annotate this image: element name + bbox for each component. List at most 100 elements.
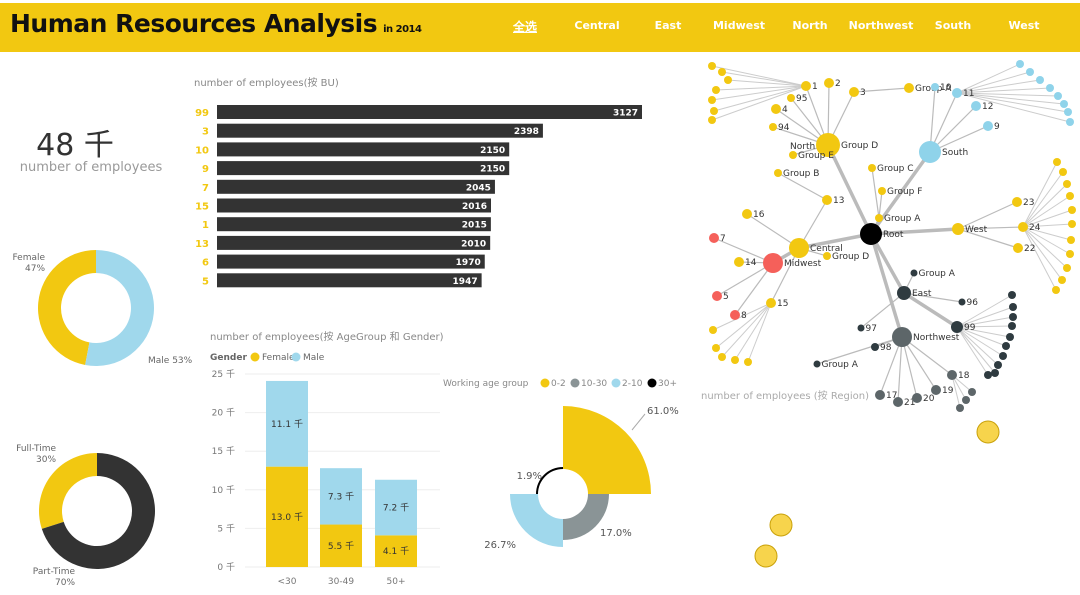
- bu-bar: [217, 105, 642, 119]
- male-label: Male 53%: [148, 356, 193, 366]
- rose-slice: [563, 406, 651, 494]
- bu-category-label: 9: [202, 164, 209, 175]
- network-node-label: Northwest: [913, 333, 960, 343]
- region-network-graph[interactable]: RootGroup DSouthWestCentralMidwestEastNo…: [700, 58, 1080, 413]
- region-filter-0[interactable]: 全选: [513, 18, 537, 35]
- network-leaf-node: [1066, 118, 1074, 126]
- network-node: [871, 343, 879, 351]
- network-leaf-node: [1066, 250, 1074, 258]
- network-node-label: 15: [777, 299, 788, 309]
- legend-dot: [570, 378, 580, 388]
- network-node: [952, 88, 962, 98]
- legend-item: 2-10: [622, 379, 643, 389]
- legend-dot: [540, 378, 550, 388]
- network-node-label: Group D: [832, 252, 869, 262]
- network-leaf-node: [1063, 264, 1071, 272]
- network-leaf-node: [718, 68, 726, 76]
- network-node: [769, 123, 777, 131]
- network-node: [709, 233, 719, 243]
- network-node: [857, 324, 865, 332]
- network-node-label: 5: [723, 292, 729, 302]
- region-filter-2[interactable]: East: [655, 19, 682, 32]
- region-filter-1[interactable]: Central: [574, 19, 619, 32]
- network-node: [931, 83, 939, 91]
- legend-female: Female: [262, 353, 295, 363]
- bu-value-label: 3127: [613, 109, 638, 119]
- network-node: [983, 121, 993, 131]
- bu-bar: [217, 179, 495, 194]
- network-node-label: 95: [796, 94, 807, 104]
- bu-category-label: 5: [202, 276, 209, 287]
- network-node: [712, 291, 722, 301]
- network-node-label: Group C: [877, 164, 914, 174]
- network-node: [789, 238, 809, 258]
- bu-category-label: 3: [202, 127, 209, 138]
- network-leaf-node: [1068, 220, 1076, 228]
- bu-value-label: 1970: [456, 258, 481, 268]
- network-node: [860, 223, 882, 245]
- network-node-label: 94: [778, 123, 790, 133]
- network-node-label: 97: [866, 324, 877, 334]
- bu-bar: [217, 142, 510, 157]
- rose-label: 61.0%: [647, 406, 679, 417]
- network-leaf-node: [1009, 313, 1017, 321]
- bubble: [769, 513, 793, 537]
- network-node-label: North: [790, 142, 815, 152]
- network-edge: [711, 85, 807, 121]
- fulltime-label: Full-Time 30%: [16, 444, 57, 465]
- network-leaf-node: [710, 107, 718, 115]
- rose-label: 17.0%: [600, 528, 632, 539]
- bu-value-label: 2150: [480, 165, 505, 175]
- network-node-label: 13: [833, 196, 844, 206]
- network-leaf-node: [1059, 168, 1067, 176]
- network-node: [813, 360, 821, 368]
- network-node: [1012, 197, 1022, 207]
- region-filter-5[interactable]: Northwest: [849, 19, 914, 32]
- network-node-label: 9: [994, 122, 1000, 132]
- region-filter-6[interactable]: South: [935, 19, 971, 32]
- network-caption: number of employees (按 Region): [701, 391, 869, 402]
- network-node: [822, 195, 832, 205]
- network-node-label: 99: [964, 323, 976, 333]
- y-tick-label: 10 千: [212, 485, 235, 496]
- kpi-label: number of employees: [19, 160, 163, 175]
- bubble: [976, 420, 1000, 444]
- network-node-label: Group A: [822, 360, 859, 370]
- network-edge: [721, 71, 807, 87]
- bu-category-label: 99: [195, 108, 209, 119]
- region-filter-7[interactable]: West: [1008, 19, 1039, 32]
- network-leaf-node: [1009, 303, 1017, 311]
- network-node-label: 19: [942, 386, 954, 396]
- legend-title: Gender: [210, 353, 247, 363]
- x-tick-label: 30-49: [328, 577, 354, 587]
- network-node-label: Group B: [783, 169, 819, 179]
- y-tick-label: 20 千: [212, 408, 235, 419]
- bu-category-label: 10: [195, 145, 209, 156]
- y-tick-label: 25 千: [212, 369, 235, 380]
- network-node-label: 18: [958, 371, 970, 381]
- network-leaf-node: [1058, 276, 1066, 284]
- network-leaf-node: [712, 86, 720, 94]
- y-tick-label: 5 千: [217, 523, 235, 534]
- network-node-label: 14: [745, 258, 757, 268]
- region-filter-4[interactable]: North: [792, 19, 827, 32]
- bu-bar: [217, 161, 510, 176]
- age-chart-title: number of employees(按 AgeGroup 和 Gender): [210, 332, 444, 343]
- network-edge: [869, 233, 904, 338]
- network-leaf-node: [708, 96, 716, 104]
- network-leaf-node: [1060, 100, 1068, 108]
- bu-bar: [217, 217, 491, 232]
- bu-value-label: 2015: [462, 221, 487, 231]
- network-leaf-node: [1068, 206, 1076, 214]
- network-node-label: 1: [812, 82, 818, 92]
- network-node: [878, 187, 886, 195]
- network-node: [771, 104, 781, 114]
- network-node-label: Group A: [919, 269, 956, 279]
- region-filter-3[interactable]: Midwest: [713, 19, 765, 32]
- network-node: [824, 78, 834, 88]
- network-leaf-node: [1008, 291, 1016, 299]
- network-edge: [878, 190, 883, 219]
- network-node-label: Group A: [884, 214, 921, 224]
- data-label: 13.0 千: [271, 512, 303, 523]
- network-node: [789, 151, 797, 159]
